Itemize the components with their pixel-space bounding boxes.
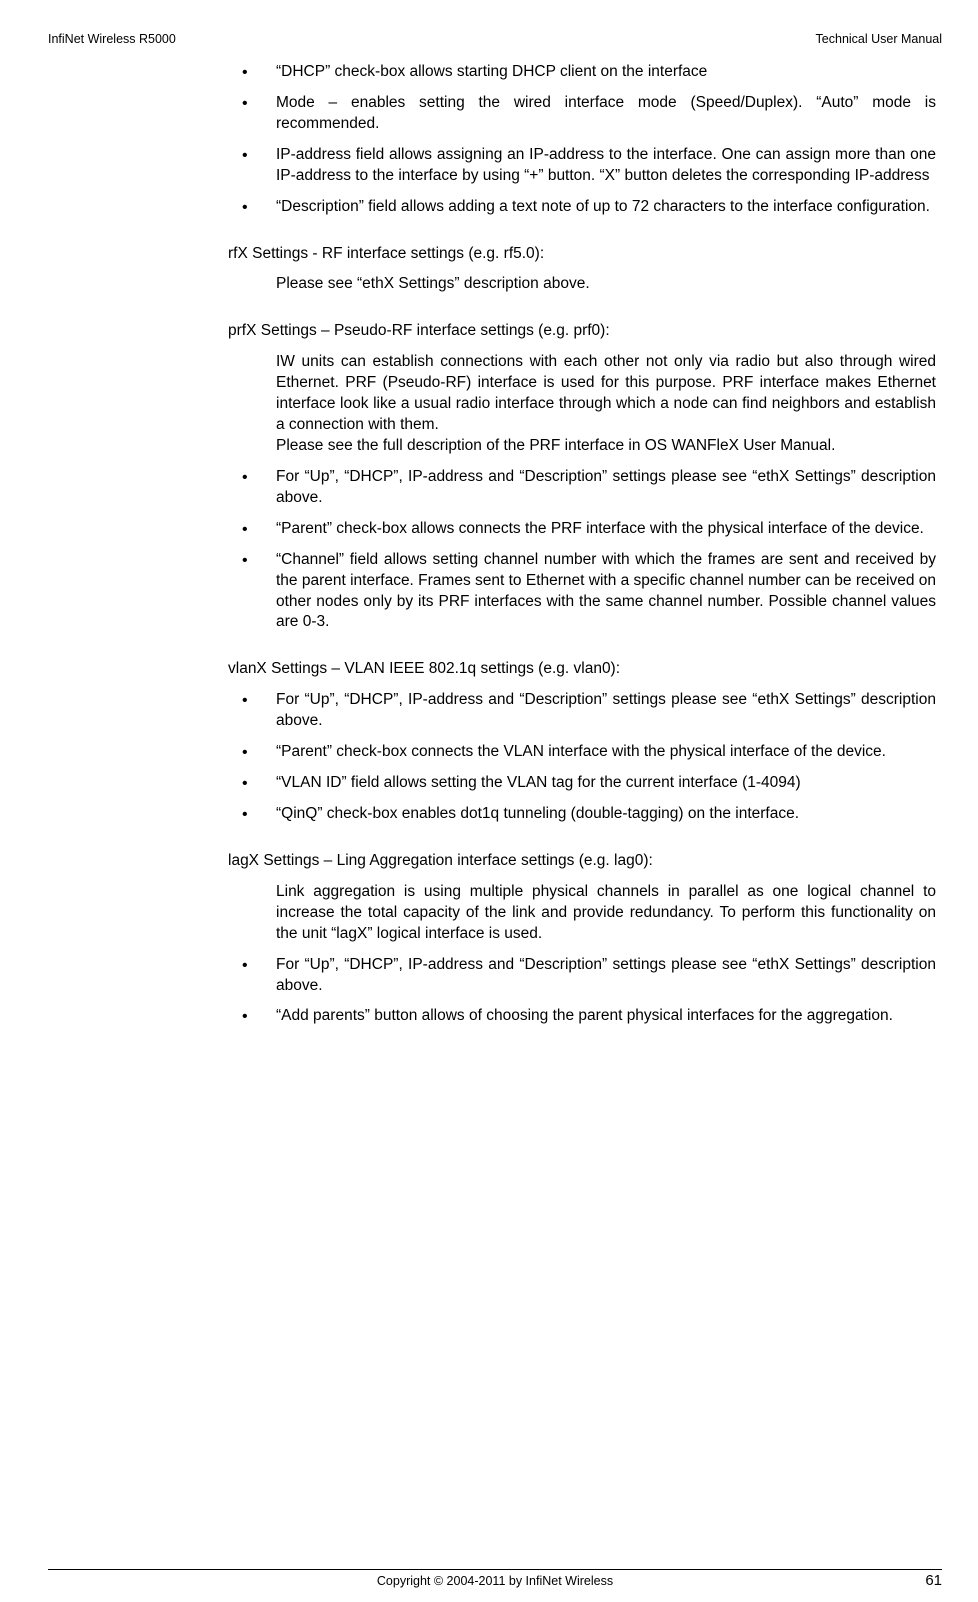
bullet-item: “VLAN ID” field allows setting the VLAN …: [228, 773, 936, 794]
header-left: InfiNet Wireless R5000: [48, 32, 176, 46]
bullet-item: For “Up”, “DHCP”, IP-address and “Descri…: [228, 690, 936, 732]
bullet-item: Mode – enables setting the wired interfa…: [228, 93, 936, 135]
prfx-para1: IW units can establish connections with …: [228, 352, 936, 436]
footer-page-number: 61: [925, 1572, 942, 1589]
bullet-item: “Channel” field allows setting channel n…: [228, 550, 936, 634]
rfx-para: Please see “ethX Settings” description a…: [228, 274, 936, 295]
bullet-item: “Add parents” button allows of choosing …: [228, 1006, 936, 1027]
intro-bullet-list: “DHCP” check-box allows starting DHCP cl…: [228, 62, 936, 218]
page-header: InfiNet Wireless R5000 Technical User Ma…: [48, 32, 942, 46]
vlanx-section-title: vlanX Settings – VLAN IEEE 802.1q settin…: [228, 659, 936, 680]
lagx-bullet-list: For “Up”, “DHCP”, IP-address and “Descri…: [228, 955, 936, 1028]
content: “DHCP” check-box allows starting DHCP cl…: [228, 62, 936, 1027]
footer-rule: [48, 1569, 942, 1570]
lagx-para: Link aggregation is using multiple physi…: [228, 882, 936, 945]
page-footer: Copyright © 2004-2011 by InfiNet Wireles…: [48, 1569, 942, 1588]
bullet-item: “Parent” check-box allows connects the P…: [228, 519, 936, 540]
bullet-item: “QinQ” check-box enables dot1q tunneling…: [228, 804, 936, 825]
bullet-item: For “Up”, “DHCP”, IP-address and “Descri…: [228, 955, 936, 997]
prfx-section-title: prfX Settings – Pseudo-RF interface sett…: [228, 321, 936, 342]
prfx-bullet-list: For “Up”, “DHCP”, IP-address and “Descri…: [228, 467, 936, 633]
bullet-item: “Description” field allows adding a text…: [228, 197, 936, 218]
rfx-section-title: rfX Settings - RF interface settings (e.…: [228, 244, 936, 265]
vlanx-bullet-list: For “Up”, “DHCP”, IP-address and “Descri…: [228, 690, 936, 825]
lagx-section-title: lagX Settings – Ling Aggregation interfa…: [228, 851, 936, 872]
header-right: Technical User Manual: [816, 32, 942, 46]
bullet-item: IP-address field allows assigning an IP-…: [228, 145, 936, 187]
bullet-item: “Parent” check-box connects the VLAN int…: [228, 742, 936, 763]
prfx-para2: Please see the full description of the P…: [228, 436, 936, 457]
page: InfiNet Wireless R5000 Technical User Ma…: [0, 0, 978, 1602]
bullet-item: “DHCP” check-box allows starting DHCP cl…: [228, 62, 936, 83]
footer-copyright: Copyright © 2004-2011 by InfiNet Wireles…: [377, 1574, 613, 1588]
bullet-item: For “Up”, “DHCP”, IP-address and “Descri…: [228, 467, 936, 509]
